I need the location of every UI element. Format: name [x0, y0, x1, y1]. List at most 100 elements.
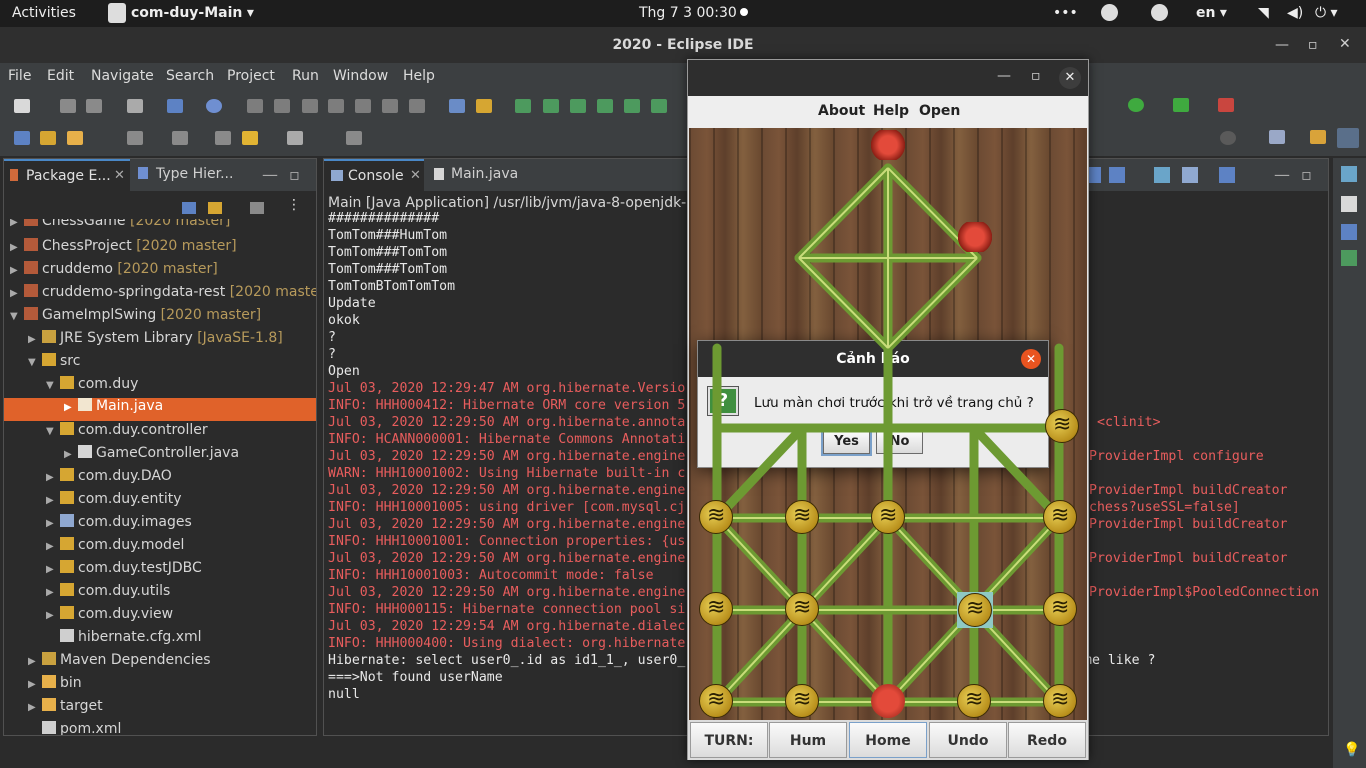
- tab-console[interactable]: Console ✕: [324, 159, 424, 191]
- outline-view-icon[interactable]: [1341, 224, 1357, 240]
- tree-item-com-duy-images[interactable]: ▶ com.duy.images: [46, 514, 192, 536]
- view-menu-icon[interactable]: ⋮: [287, 197, 301, 213]
- undo-button[interactable]: Undo: [929, 722, 1007, 758]
- collapse-all-icon[interactable]: [182, 202, 196, 214]
- save-icon[interactable]: [60, 99, 76, 113]
- print-icon[interactable]: [127, 99, 143, 113]
- search-menu-icon[interactable]: [67, 131, 83, 145]
- servers-icon[interactable]: [1341, 250, 1357, 266]
- server-profile-icon[interactable]: [597, 99, 613, 113]
- menu-run[interactable]: Run: [292, 68, 319, 84]
- filter-icon[interactable]: [250, 202, 264, 214]
- close-tab-icon[interactable]: ✕: [114, 168, 125, 183]
- shrimp-piece[interactable]: [957, 684, 991, 718]
- red-shrimp-piece[interactable]: [871, 684, 905, 718]
- server-start-icon[interactable]: [543, 99, 559, 113]
- task-list-icon[interactable]: [1341, 196, 1357, 212]
- close-icon[interactable]: ✕: [1339, 36, 1351, 52]
- tab-package-explorer[interactable]: Package E... ✕: [4, 159, 130, 191]
- use-step-filters-icon[interactable]: [476, 99, 492, 113]
- tree-item-cruddemo-springdata-rest[interactable]: ▶cruddemo-springdata-rest [2020 master]: [10, 284, 316, 306]
- suspend-icon[interactable]: [274, 99, 290, 113]
- minimize-icon[interactable]: —: [1275, 37, 1289, 53]
- maximize-view-icon[interactable]: ▫: [289, 165, 300, 184]
- shrimp-piece[interactable]: [699, 684, 733, 718]
- shrimp-piece[interactable]: [1043, 684, 1077, 718]
- tab-main-java[interactable]: Main.java: [428, 159, 538, 191]
- wifi-icon[interactable]: ◥: [1258, 5, 1269, 21]
- shrimp-piece[interactable]: [785, 500, 819, 534]
- pin-editor-icon[interactable]: [346, 131, 362, 145]
- menu-open[interactable]: Open: [919, 103, 960, 119]
- tree-item-target[interactable]: ▶ target: [28, 698, 103, 720]
- home-button[interactable]: Home: [849, 722, 927, 758]
- tree-item-src[interactable]: ▼ src: [28, 353, 80, 375]
- java-ee-perspective-icon[interactable]: [1310, 130, 1326, 144]
- tree-item-pom-xml[interactable]: pom.xml: [28, 721, 121, 735]
- red-lobster-piece[interactable]: [871, 130, 905, 160]
- step-return-icon[interactable]: [409, 99, 425, 113]
- tray-icon[interactable]: [1151, 4, 1168, 21]
- server-debug-icon[interactable]: [570, 99, 586, 113]
- maximize-icon[interactable]: ▫: [1308, 37, 1318, 53]
- last-edit-icon[interactable]: [215, 131, 231, 145]
- tree-item-com-duy-entity[interactable]: ▶ com.duy.entity: [46, 491, 182, 513]
- search-icon[interactable]: [1220, 131, 1236, 145]
- shrimp-piece[interactable]: [699, 592, 733, 626]
- java-perspective-icon[interactable]: [1337, 128, 1359, 148]
- shrimp-piece[interactable]: [699, 500, 733, 534]
- open-perspective-icon[interactable]: [1269, 130, 1285, 144]
- app-menu[interactable]: com-duy-Main ▾: [131, 5, 254, 21]
- tree-item-gamecontroller-java[interactable]: ▶ GameController.java: [64, 445, 239, 467]
- remove-all-icon[interactable]: [1109, 167, 1125, 183]
- shrimp-piece[interactable]: [1043, 592, 1077, 626]
- minimize-view-icon[interactable]: —: [262, 165, 278, 184]
- tree-item-maven-dependencies[interactable]: ▶ Maven Dependencies: [28, 652, 211, 674]
- new-console-icon[interactable]: [1219, 167, 1235, 183]
- drop-to-frame-icon[interactable]: [449, 99, 465, 113]
- save-all-icon[interactable]: [86, 99, 102, 113]
- server-icon[interactable]: [515, 99, 531, 113]
- shrimp-piece[interactable]: [871, 500, 905, 534]
- step-over-icon[interactable]: [382, 99, 398, 113]
- close-icon[interactable]: ✕: [1059, 67, 1081, 89]
- language-selector[interactable]: en ▾: [1196, 5, 1227, 21]
- annotation-prev-icon[interactable]: [172, 131, 188, 145]
- more-icon[interactable]: •••: [1053, 5, 1078, 21]
- minimize-view-icon[interactable]: —: [1274, 165, 1290, 184]
- power-icon[interactable]: ⏻ ▾: [1315, 5, 1338, 21]
- menu-window[interactable]: Window: [333, 68, 388, 84]
- server-stop-icon[interactable]: [624, 99, 640, 113]
- skip-breakpoints-icon[interactable]: [206, 99, 222, 113]
- menu-navigate[interactable]: Navigate: [91, 68, 154, 84]
- tree-item-main-java[interactable]: ▶ Main.java: [4, 398, 316, 421]
- tree-item-chessgame[interactable]: ▶ ChessGame [2020 master]: [10, 219, 230, 235]
- tree-item-com-duy-model[interactable]: ▶ com.duy.model: [46, 537, 184, 559]
- new-icon[interactable]: [14, 99, 30, 113]
- lightbulb-icon[interactable]: 💡: [1343, 742, 1360, 758]
- redo-button[interactable]: Redo: [1008, 722, 1086, 758]
- disconnect-icon[interactable]: [328, 99, 344, 113]
- forward-icon[interactable]: [287, 131, 303, 145]
- game-board[interactable]: [689, 128, 1087, 720]
- shrimp-piece[interactable]: [785, 684, 819, 718]
- menu-file[interactable]: File: [8, 68, 31, 84]
- coverage-icon[interactable]: [1173, 98, 1189, 112]
- maximize-view-icon[interactable]: ▫: [1301, 165, 1312, 184]
- tree-item-gameimplswing[interactable]: ▼ GameImplSwing [2020 master]: [10, 307, 261, 329]
- menu-help[interactable]: Help: [403, 68, 435, 84]
- run-icon[interactable]: [1128, 98, 1144, 112]
- volume-icon[interactable]: ◀): [1287, 5, 1303, 21]
- shrimp-piece[interactable]: [958, 593, 992, 627]
- tree-item-jre-system-library[interactable]: ▶ JRE System Library [JavaSE-1.8]: [28, 330, 283, 352]
- maximize-icon[interactable]: ▫: [1031, 68, 1041, 84]
- tree-item-com-duy-utils[interactable]: ▶ com.duy.utils: [46, 583, 170, 605]
- close-tab-icon[interactable]: ✕: [410, 168, 421, 183]
- menu-edit[interactable]: Edit: [47, 68, 74, 84]
- outline-icon[interactable]: [1341, 166, 1357, 182]
- terminal-icon[interactable]: [167, 99, 183, 113]
- tree-item-hibernate-cfg-xml[interactable]: hibernate.cfg.xml: [46, 629, 202, 651]
- open-task-icon[interactable]: [40, 131, 56, 145]
- menu-about[interactable]: About: [818, 103, 865, 119]
- link-editor-icon[interactable]: [208, 202, 222, 214]
